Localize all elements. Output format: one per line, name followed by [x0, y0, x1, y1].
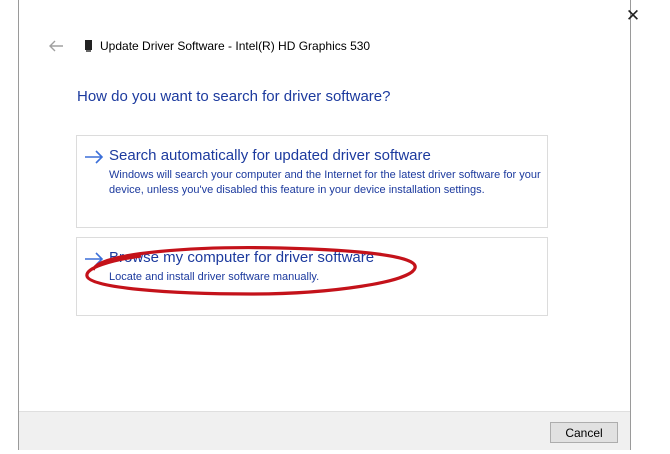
option-title: Browse my computer for driver software [109, 249, 375, 266]
update-driver-dialog: ✕ Update Driver Software - Intel(R) HD G… [18, 0, 640, 450]
browse-computer-option[interactable]: Browse my computer for driver software L… [76, 237, 548, 316]
dialog-title: Update Driver Software - Intel(R) HD Gra… [100, 39, 371, 53]
back-arrow-icon[interactable] [47, 39, 65, 53]
display-adapter-icon [85, 40, 92, 52]
option-description: Locate and install driver software manua… [109, 271, 320, 283]
page-heading: How do you want to search for driver sof… [77, 88, 391, 105]
close-icon: ✕ [625, 6, 641, 25]
arrow-right-icon [85, 150, 104, 164]
dialog-header: Update Driver Software - Intel(R) HD Gra… [47, 38, 370, 54]
close-button[interactable]: ✕ [619, 4, 647, 28]
search-automatically-option[interactable]: Search automatically for updated driver … [76, 135, 548, 228]
option-description: Windows will search your computer and th… [109, 169, 541, 196]
dialog-footer: Cancel [19, 411, 630, 450]
option-title: Search automatically for updated driver … [109, 147, 431, 164]
arrow-right-icon [85, 252, 104, 266]
cancel-button[interactable]: Cancel [550, 422, 618, 443]
